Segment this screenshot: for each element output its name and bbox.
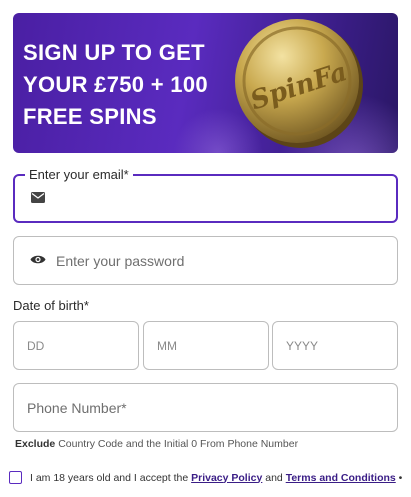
phone-field[interactable]: Phone Number*	[13, 383, 398, 432]
dob-label: Date of birth*	[13, 298, 89, 313]
promo-banner: SIGN UP TO GET YOUR £750 + 100 FREE SPIN…	[13, 13, 398, 153]
phone-hint-bold: Exclude	[15, 438, 56, 450]
promo-line-2: YOUR £750 + 100	[23, 72, 208, 97]
dob-month-input[interactable]: MM	[143, 321, 269, 370]
eye-icon[interactable]	[30, 252, 46, 270]
consent-text: I am 18 years old and I accept the Priva…	[30, 472, 402, 484]
privacy-policy-link[interactable]: Privacy Policy	[191, 472, 262, 484]
consent-and: and	[262, 471, 286, 484]
promo-headline: SIGN UP TO GET YOUR £750 + 100 FREE SPIN…	[23, 37, 223, 133]
password-field[interactable]: Enter your password	[13, 236, 398, 285]
dob-day-placeholder: DD	[27, 338, 45, 353]
phone-hint: Exclude Country Code and the Initial 0 F…	[15, 438, 298, 450]
envelope-icon	[31, 190, 45, 208]
phone-hint-text: Country Code and the Initial 0 From Phon…	[55, 438, 299, 450]
promo-line-1: SIGN UP TO GET	[23, 40, 205, 65]
gold-coin-logo: SpinFa	[235, 19, 363, 148]
dob-month-placeholder: MM	[157, 338, 177, 353]
dob-year-input[interactable]: YYYY	[272, 321, 398, 370]
dob-day-input[interactable]: DD	[13, 321, 139, 370]
terms-link[interactable]: Terms and Conditions	[286, 472, 396, 484]
email-field[interactable]: Enter your email*	[13, 166, 398, 223]
consent-prefix: I am 18 years old and I accept the	[30, 471, 192, 484]
consent-suffix: •	[395, 471, 403, 484]
promo-line-3: FREE SPINS	[23, 104, 157, 129]
age-consent: I am 18 years old and I accept the Priva…	[9, 471, 409, 484]
password-placeholder: Enter your password	[56, 252, 185, 269]
email-label: Enter your email*	[25, 166, 133, 184]
age-consent-checkbox[interactable]	[9, 471, 22, 484]
phone-placeholder: Phone Number*	[27, 399, 127, 416]
dob-year-placeholder: YYYY	[286, 338, 319, 353]
